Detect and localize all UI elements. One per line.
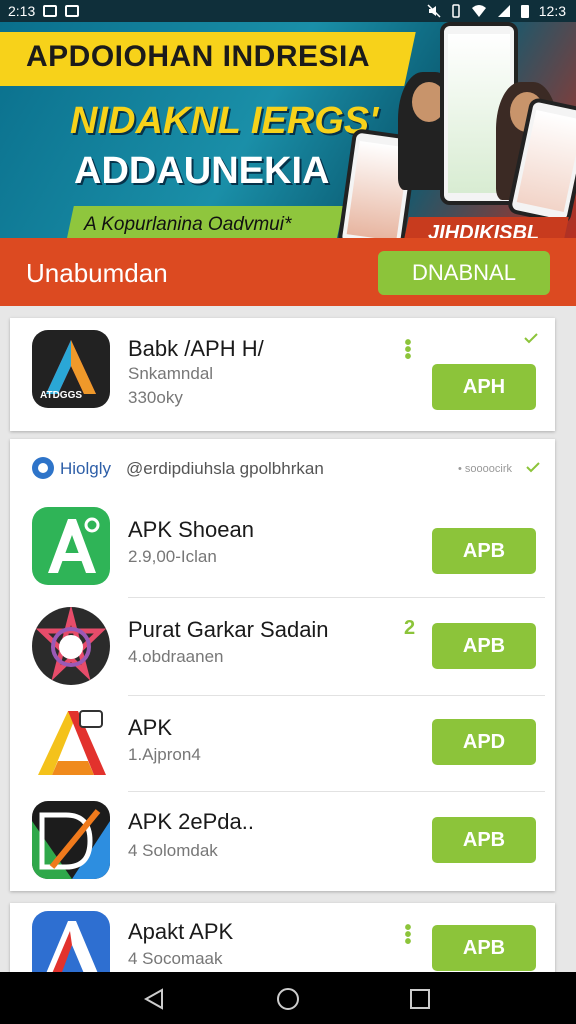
status-time-right: 12:3: [538, 3, 566, 19]
back-icon[interactable]: [142, 988, 166, 1010]
signal-icon: [497, 5, 510, 17]
message-notification-icon: [65, 5, 80, 17]
app-icon: [32, 607, 110, 685]
section-header: Unabumdan DNABNAL: [0, 238, 576, 306]
list-item[interactable]: APK 2ePda.. 4 Solomdak APB: [10, 791, 555, 887]
app-badge: 2: [404, 617, 416, 639]
status-bar: 2:13 12:3: [0, 0, 576, 22]
app-icon: [32, 705, 110, 783]
bottom-app-sub: 4 Socomaak: [128, 949, 223, 968]
featured-app-name: Babk /APH H/: [128, 336, 264, 361]
featured-app-icon-text: ATDGGS: [40, 390, 83, 401]
status-time-left: 2:13: [8, 3, 36, 19]
apk-button[interactable]: APB: [432, 623, 536, 669]
navigation-bar: [0, 972, 576, 1024]
banner-red-tag-text: JIHDIKISBL: [428, 222, 540, 238]
section-header-label: Unabumdan: [26, 258, 168, 288]
app-list-card: Hiolgly @erdipdiuhsla gpolbhrkan • soooo…: [10, 439, 555, 891]
featured-app-card[interactable]: ATDGGS Babk /APH H/ Snkamndal 330oky • • •…: [10, 318, 555, 431]
brand-logo-icon: [32, 457, 54, 479]
list-item[interactable]: APK Shoean 2.9,00-Iclan APB: [10, 497, 555, 593]
bottom-app-name: Apakt APK: [128, 919, 234, 944]
app-sub: 4.obdraanen: [128, 647, 224, 666]
vibrate-icon: [452, 4, 460, 18]
app-icon: [32, 507, 110, 585]
mute-icon: [427, 4, 441, 18]
app-sub: 4 Solomdak: [128, 841, 218, 860]
overflow-menu-icon[interactable]: • • •: [404, 333, 412, 367]
featured-app-sub2: 330oky: [128, 388, 183, 407]
image-notification-icon: [43, 5, 58, 17]
brand-right-text: • soooocirk: [458, 463, 512, 475]
list-item[interactable]: Purat Garkar Sadain 4.obdraanen 2 APB: [10, 597, 555, 693]
featured-app-sub1: Snkamndal: [128, 364, 214, 383]
featured-app-icon: ATDGGS: [32, 330, 110, 408]
brand-handle: @erdipdiuhsla gpolbhrkan: [126, 459, 324, 478]
recents-icon[interactable]: [410, 989, 430, 1009]
app-name: Purat Garkar Sadain: [128, 617, 329, 642]
list-item[interactable]: APK 1.Ajpron4 APD: [10, 695, 555, 791]
bottom-app-apk-button[interactable]: APB: [432, 925, 536, 971]
overflow-menu-icon[interactable]: • • •: [404, 918, 412, 952]
promo-banner[interactable]: APDOIOHAN INDRESIA NIDAKNL IERGS' ADDAUN…: [0, 22, 576, 238]
brand-name: Hiolgly: [60, 459, 112, 478]
app-icon: [32, 801, 110, 879]
app-sub: 2.9,00-Iclan: [128, 547, 217, 566]
banner-title-2: NIDAKNL IERGS': [70, 100, 379, 142]
apk-button[interactable]: APB: [432, 817, 536, 863]
banner-title-1: APDOIOHAN INDRESIA: [26, 40, 371, 73]
check-icon: [524, 333, 538, 344]
featured-app-apk-button[interactable]: APH: [432, 364, 536, 410]
banner-title-3: ADDAUNEKIA: [74, 150, 330, 192]
apk-button[interactable]: APD: [432, 719, 536, 765]
app-name: APK: [128, 715, 173, 740]
app-sub: 1.Ajpron4: [128, 745, 201, 764]
check-icon: [526, 462, 540, 473]
wifi-icon: [471, 5, 486, 17]
app-name: APK Shoean: [128, 517, 254, 542]
battery-icon: [520, 5, 529, 18]
bottom-app-card[interactable]: Apakt APK 4 Socomaak • • • APB: [10, 903, 555, 989]
download-button[interactable]: DNABNAL: [378, 251, 550, 295]
apk-button[interactable]: APB: [432, 528, 536, 574]
home-icon[interactable]: [276, 987, 300, 1011]
banner-tagline: A Kopurlanina Oadvmui*: [84, 214, 292, 235]
app-name: APK 2ePda..: [128, 809, 254, 834]
